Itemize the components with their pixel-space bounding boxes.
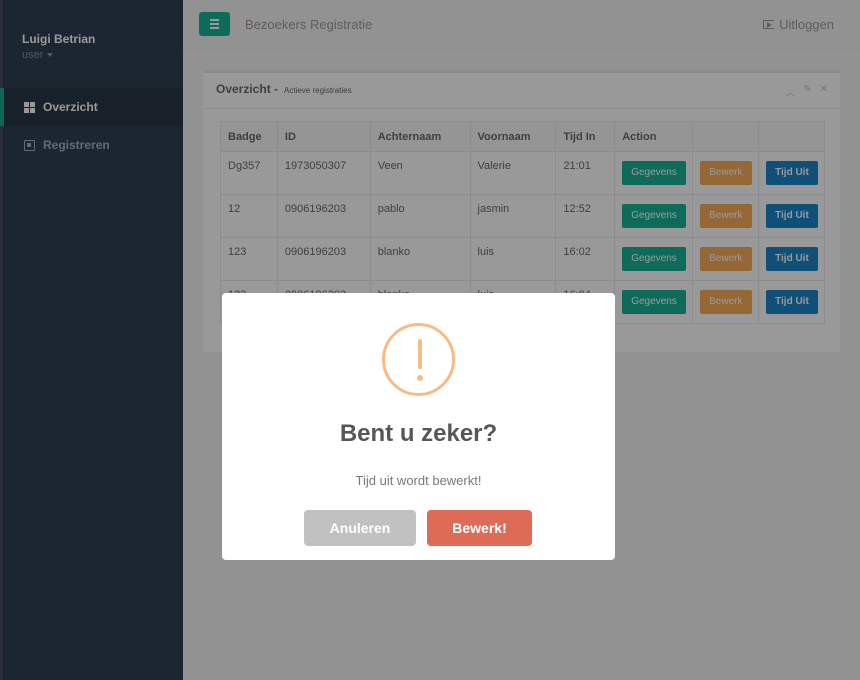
confirm-dialog: Bent u zeker? Tijd uit wordt bewerkt! An… bbox=[222, 293, 615, 560]
dialog-title: Bent u zeker? bbox=[339, 420, 498, 447]
confirm-button[interactable]: Bewerk! bbox=[427, 510, 532, 546]
cancel-button[interactable]: Anuleren bbox=[304, 510, 416, 546]
dialog-message: Tijd uit wordt bewerkt! bbox=[355, 473, 482, 488]
warning-icon bbox=[382, 323, 455, 396]
